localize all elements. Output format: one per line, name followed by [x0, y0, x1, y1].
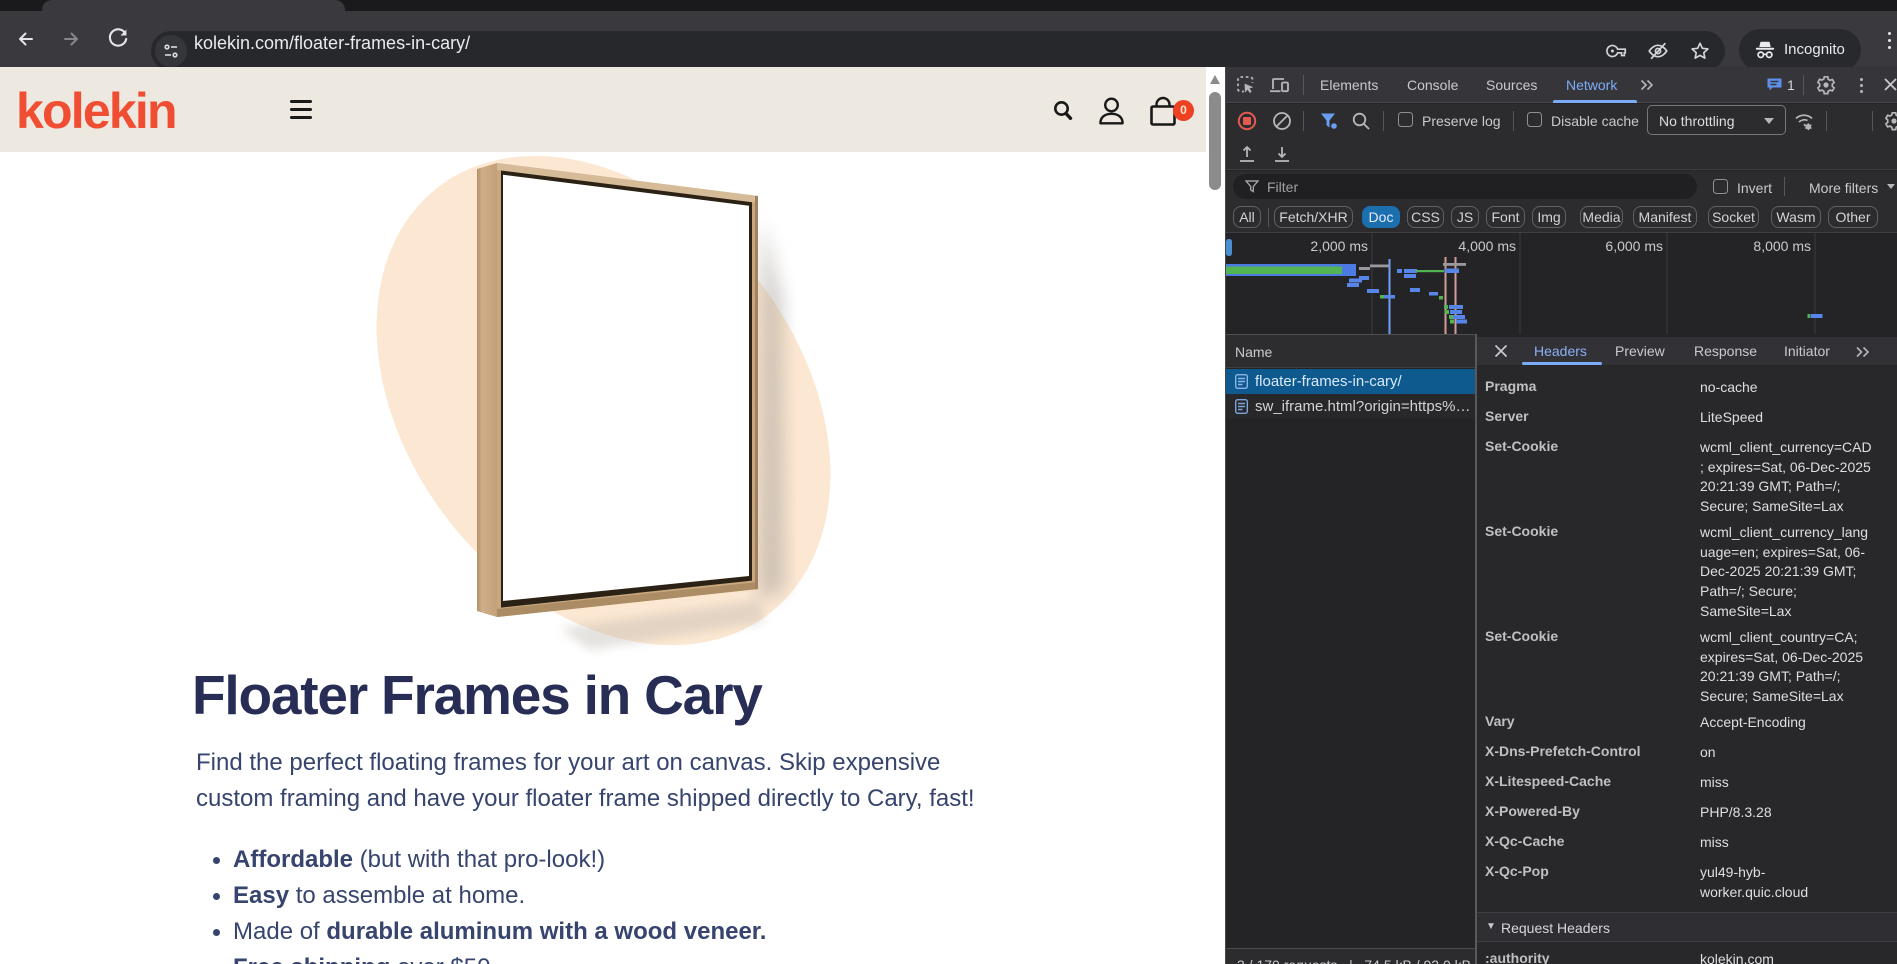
svg-text:8,000 ms: 8,000 ms [1753, 238, 1811, 254]
svg-text:4,000 ms: 4,000 ms [1458, 238, 1516, 254]
svg-text:6,000 ms: 6,000 ms [1605, 238, 1663, 254]
svg-text:2,000 ms: 2,000 ms [1310, 238, 1368, 254]
